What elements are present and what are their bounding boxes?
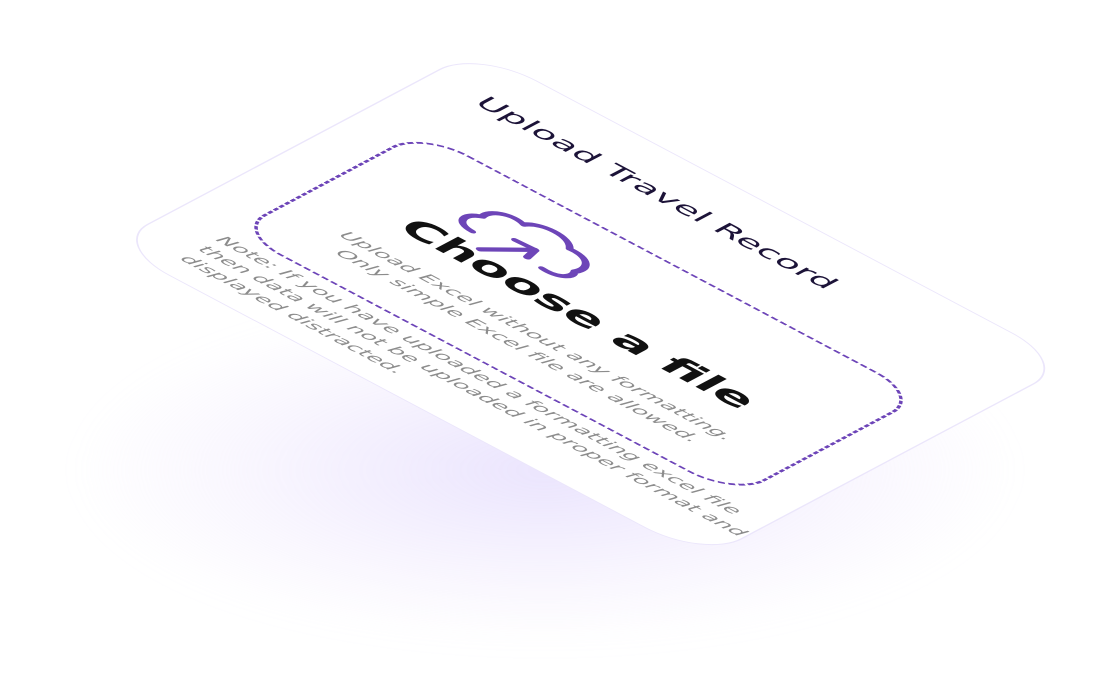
stage: Upload Travel Record Choose a file Uploa… bbox=[0, 0, 1115, 692]
